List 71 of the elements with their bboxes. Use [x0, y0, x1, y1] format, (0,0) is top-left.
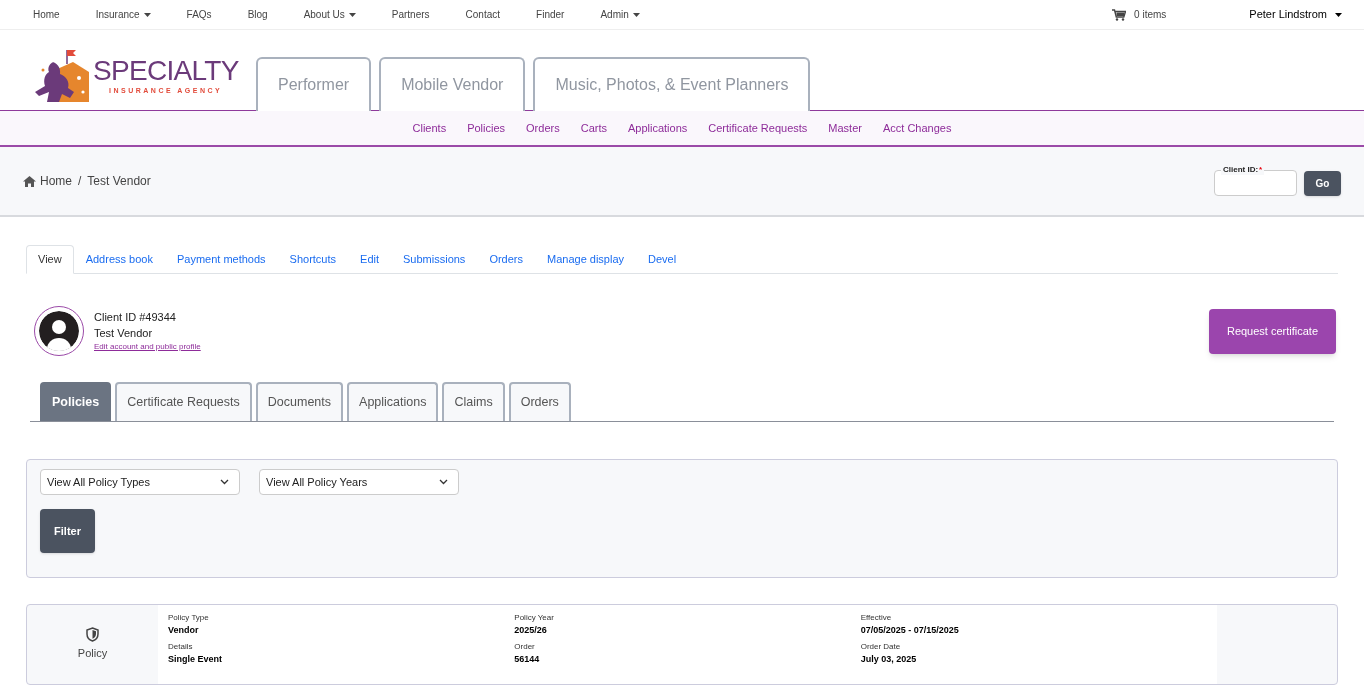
page-tab[interactable]: Submissions — [391, 245, 478, 273]
user-menu[interactable]: Peter Lindstrom — [1249, 6, 1342, 23]
go-button[interactable]: Go — [1304, 170, 1341, 196]
page-tab[interactable]: Manage display — [535, 245, 637, 273]
field-value: 2025/26 — [514, 624, 548, 636]
chevron-down-icon — [220, 479, 229, 485]
nav-link[interactable]: Blog — [247, 7, 268, 22]
admin-nav-link[interactable]: Carts — [580, 119, 607, 137]
chevron-down-icon — [439, 479, 448, 485]
nav-link[interactable]: Finder — [536, 7, 565, 22]
nav-link[interactable]: Admin — [600, 7, 640, 22]
breadcrumb-separator: / — [78, 173, 82, 190]
page-tab[interactable]: Edit — [348, 245, 391, 273]
field-value: July 03, 2025 — [860, 653, 918, 665]
avatar-icon — [34, 306, 84, 356]
breadcrumb-link[interactable]: Home — [40, 172, 72, 190]
field-label: Order Date — [860, 641, 902, 653]
logo-mascot-icon — [33, 48, 91, 104]
field-label: Policy Type — [168, 612, 210, 624]
field-value: 07/05/2025 - 07/15/2025 — [860, 624, 960, 636]
section-tab[interactable]: Documents — [255, 382, 344, 421]
section-tab[interactable]: Claims — [442, 382, 505, 421]
field-label: Effective — [860, 612, 893, 624]
nav-link[interactable]: FAQs — [186, 7, 212, 22]
field-value: Single Event — [168, 653, 223, 665]
section-tab[interactable]: Certificate Requests — [115, 382, 252, 421]
section-tab[interactable]: Policies — [40, 382, 112, 421]
field-label: Policy Year — [514, 612, 555, 624]
nav-link[interactable]: Insurance — [95, 7, 151, 22]
nav-link[interactable]: Home — [33, 7, 60, 22]
admin-nav-link[interactable]: Certificate Requests — [708, 119, 808, 137]
page-tab[interactable]: Orders — [477, 245, 535, 273]
policy-label: Policy — [77, 646, 108, 662]
home-icon — [23, 175, 36, 187]
request-certificate-button[interactable]: Request certificate — [1209, 308, 1336, 354]
field-label: Order — [514, 641, 536, 653]
caret-icon — [1335, 13, 1342, 18]
filter-select[interactable]: View All Policy Years — [259, 469, 459, 495]
admin-nav-link[interactable]: Acct Changes — [882, 119, 952, 137]
admin-nav-link[interactable]: Policies — [467, 119, 506, 137]
caret-icon — [143, 12, 151, 17]
client-name: Test Vendor — [94, 326, 154, 341]
shield-icon — [86, 627, 99, 643]
page-tab[interactable]: Shortcuts — [277, 245, 349, 273]
page-tab[interactable]: Payment methods — [164, 245, 278, 273]
page-tab[interactable]: Devel — [636, 245, 689, 273]
nav-link[interactable]: Partners — [391, 7, 430, 22]
caret-icon — [632, 12, 640, 17]
client-id-text: Client ID #49344 — [94, 310, 177, 325]
field-value: Vendor — [168, 624, 200, 636]
section-tab[interactable]: Orders — [508, 382, 571, 421]
logo-wordmark: SPECIALTY — [93, 55, 239, 86]
admin-nav-link[interactable]: Clients — [412, 119, 447, 137]
field-value: 56144 — [514, 653, 541, 665]
admin-nav-link[interactable]: Applications — [627, 119, 688, 137]
page-tab[interactable]: View — [26, 245, 74, 274]
cart-count[interactable]: 0 items — [1134, 7, 1167, 22]
filter-select[interactable]: View All Policy Types — [40, 469, 240, 495]
edit-profile-link[interactable]: Edit account and public profile — [94, 341, 201, 353]
admin-nav-link[interactable]: Orders — [526, 119, 560, 137]
nav-link[interactable]: Contact — [465, 7, 501, 22]
admin-nav-link[interactable]: Master — [828, 119, 862, 137]
caret-icon — [348, 12, 356, 17]
cart-icon[interactable] — [1112, 8, 1127, 21]
breadcrumb-link[interactable]: Test Vendor — [87, 172, 151, 190]
nav-link[interactable]: About Us — [303, 7, 356, 22]
field-label: Details — [168, 641, 194, 653]
section-tab[interactable]: Applications — [347, 382, 439, 421]
field-label: Client ID:* — [1221, 165, 1265, 175]
filter-button[interactable]: Filter — [40, 509, 95, 553]
page-tab[interactable]: Address book — [73, 245, 165, 273]
